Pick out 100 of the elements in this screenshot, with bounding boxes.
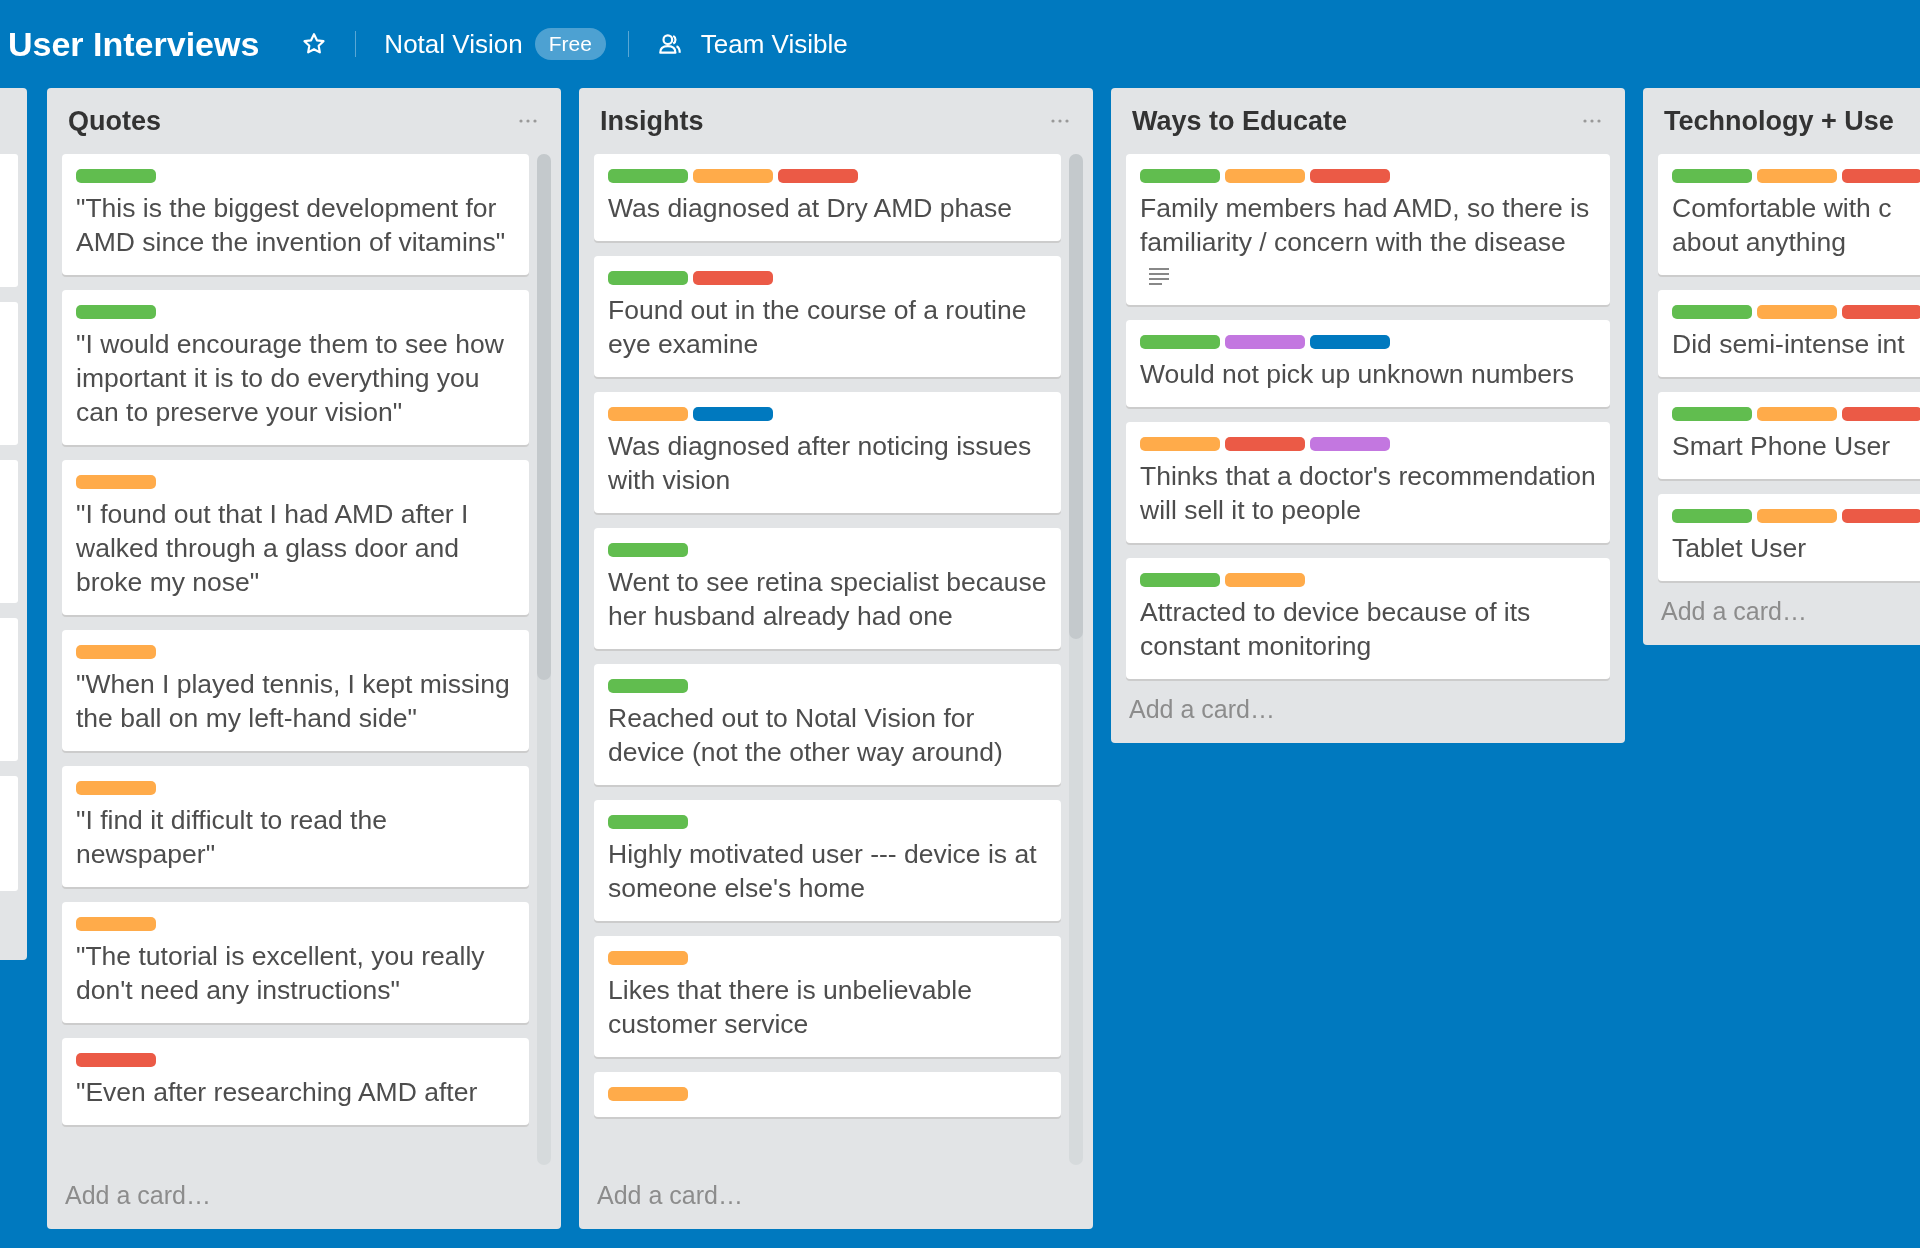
visibility-button[interactable]: Team Visible bbox=[650, 24, 854, 64]
card-label[interactable] bbox=[1672, 509, 1752, 523]
card[interactable]: Was diagnosed at Dry AMD phase bbox=[594, 154, 1061, 241]
card[interactable]: Would not pick up unknown numbers bbox=[1126, 320, 1610, 407]
card-label[interactable] bbox=[1225, 573, 1305, 587]
more-icon bbox=[1051, 119, 1069, 123]
card-label[interactable] bbox=[608, 543, 688, 557]
card-text: Thinks that a doctor's recommendation will sell it to people bbox=[1140, 460, 1596, 527]
card[interactable]: Family members had AMD, so there is familiarity / concern with the disease bbox=[1126, 154, 1610, 305]
card-label[interactable] bbox=[1140, 335, 1220, 349]
card-text: Reached out to Notal Vision for device (not the other way around) bbox=[608, 702, 1004, 769]
card-label[interactable] bbox=[608, 815, 688, 829]
card[interactable]: "When I played tennis, I kept missing the ball on my left-hand side" bbox=[62, 630, 529, 751]
card-label[interactable] bbox=[1672, 169, 1752, 183]
card-label[interactable] bbox=[608, 407, 688, 421]
card-label[interactable] bbox=[76, 917, 156, 931]
card-label[interactable] bbox=[693, 407, 773, 421]
card-label[interactable] bbox=[1842, 169, 1920, 183]
card-label[interactable] bbox=[1757, 305, 1837, 319]
list-title: Ways to Educate bbox=[1132, 105, 1348, 137]
card-label[interactable] bbox=[76, 169, 156, 183]
card-text: Attracted to device because of its constant monitoring bbox=[1140, 596, 1532, 663]
card[interactable]: "Even after researching AMD after bbox=[62, 1038, 529, 1125]
card-label[interactable] bbox=[1842, 305, 1920, 319]
card[interactable]: Thinks that a doctor's recommendation will sell it to people bbox=[1126, 422, 1610, 543]
card-text: Family members had AMD, so there is familiarity / concern with the disease bbox=[1140, 192, 1591, 259]
card-label[interactable] bbox=[76, 781, 156, 795]
scrollbar[interactable] bbox=[1069, 154, 1083, 1165]
card[interactable]: "I would encourage them to see how important it is to do everything you can to preserve your vision" bbox=[62, 290, 529, 445]
card[interactable]: Tablet User bbox=[1658, 494, 1920, 581]
card-label[interactable] bbox=[1310, 169, 1390, 183]
card-text: Found out in the course of a routine eye examine bbox=[608, 294, 1028, 361]
card-label[interactable] bbox=[693, 271, 773, 285]
card-label[interactable] bbox=[608, 1087, 688, 1101]
card-text: Would not pick up unknown numbers bbox=[1140, 358, 1576, 391]
card[interactable] bbox=[594, 1072, 1061, 1117]
list-title: Technology + Use bbox=[1664, 105, 1894, 137]
card-label[interactable] bbox=[1757, 407, 1837, 421]
card-label[interactable] bbox=[1140, 573, 1220, 587]
card[interactable]: Found out in the course of a routine eye examine bbox=[594, 256, 1061, 377]
card-text: "Even after researching AMD after bbox=[76, 1076, 479, 1109]
scrollbar[interactable] bbox=[537, 154, 551, 1165]
card[interactable]: "I found out that I had AMD after I walked through a glass door and broke my nose" bbox=[62, 460, 529, 615]
card[interactable]: Likes that there is unbelievable customer service bbox=[594, 936, 1061, 1057]
card-label[interactable] bbox=[608, 271, 688, 285]
card[interactable]: "This is the biggest development for AMD since the invention of vitamins" bbox=[62, 154, 529, 275]
card-text: Did semi-intense int bbox=[1672, 328, 1906, 361]
card-label[interactable] bbox=[693, 169, 773, 183]
people-icon bbox=[656, 31, 683, 57]
plan-badge: Free bbox=[534, 28, 606, 60]
card-text: "I found out that I had AMD after I walked through a glass door and broke my nose" bbox=[76, 498, 470, 599]
card-label[interactable] bbox=[1842, 407, 1920, 421]
card-label[interactable] bbox=[1672, 407, 1752, 421]
card[interactable]: Did semi-intense int bbox=[1658, 290, 1920, 377]
card-text: Was diagnosed at Dry AMD phase bbox=[608, 192, 1014, 225]
card-text: "When I played tennis, I kept missing the ball on my left-hand side" bbox=[76, 668, 511, 735]
card-text: "I would encourage them to see how important it is to do everything you can to preserve your vision" bbox=[76, 328, 505, 429]
card-label[interactable] bbox=[1310, 335, 1390, 349]
card-label[interactable] bbox=[1140, 169, 1220, 183]
card-label[interactable] bbox=[778, 169, 858, 183]
card[interactable]: Went to see retina specialist because her husband already had one bbox=[594, 528, 1061, 649]
card[interactable]: Attracted to device because of its constant monitoring bbox=[1126, 558, 1610, 679]
list-title: Quotes bbox=[68, 105, 161, 137]
card-label[interactable] bbox=[76, 305, 156, 319]
card-text: "I find it difficult to read the newspaper" bbox=[76, 804, 388, 871]
card-text: Went to see retina specialist because her husband already had one bbox=[608, 566, 1047, 633]
card-text: Was diagnosed after noticing issues with vision bbox=[608, 430, 1033, 497]
card-label[interactable] bbox=[608, 169, 688, 183]
card-label[interactable] bbox=[76, 1053, 156, 1067]
card-label[interactable] bbox=[76, 645, 156, 659]
card-label[interactable] bbox=[1225, 335, 1305, 349]
card-label[interactable] bbox=[1140, 437, 1220, 451]
card-text: Highly motivated user --- device is at someone else's home bbox=[608, 838, 1038, 905]
card[interactable]: Reached out to Notal Vision for device (not the other way around) bbox=[594, 664, 1061, 785]
card-text: "This is the biggest development for AMD since the invention of vitamins" bbox=[76, 192, 507, 259]
card-label[interactable] bbox=[608, 951, 688, 965]
card-label[interactable] bbox=[1672, 305, 1752, 319]
card-text: Comfortable with c about anything bbox=[1672, 192, 1893, 259]
card-label[interactable] bbox=[1757, 509, 1837, 523]
card-label[interactable] bbox=[608, 679, 688, 693]
more-icon bbox=[1583, 119, 1601, 123]
card-text: Tablet User bbox=[1672, 532, 1808, 565]
card[interactable]: Comfortable with c about anything bbox=[1658, 154, 1920, 275]
more-icon bbox=[519, 119, 537, 123]
card[interactable]: Highly motivated user --- device is at someone else's home bbox=[594, 800, 1061, 921]
card-label[interactable] bbox=[1225, 437, 1305, 451]
card-text: Likes that there is unbelievable customer service bbox=[608, 974, 973, 1041]
card-label[interactable] bbox=[1225, 169, 1305, 183]
card-text: Smart Phone User bbox=[1672, 430, 1891, 463]
card-label[interactable] bbox=[1842, 509, 1920, 523]
card-label[interactable] bbox=[1310, 437, 1390, 451]
card[interactable]: Was diagnosed after noticing issues with vision bbox=[594, 392, 1061, 513]
board-title: User Interviews bbox=[8, 24, 260, 64]
team-button[interactable]: Notal Vision bbox=[378, 24, 529, 64]
card-label[interactable] bbox=[1757, 169, 1837, 183]
card[interactable]: "The tutorial is excellent, you really don't need any instructions" bbox=[62, 902, 529, 1023]
card[interactable]: "I find it difficult to read the newspaper" bbox=[62, 766, 529, 887]
card[interactable]: Smart Phone User bbox=[1658, 392, 1920, 479]
list-title: Insights bbox=[600, 105, 704, 137]
card-label[interactable] bbox=[76, 475, 156, 489]
